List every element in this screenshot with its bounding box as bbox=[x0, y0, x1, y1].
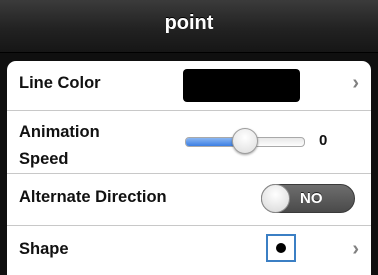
animation-speed-label-line1: Animation bbox=[19, 123, 100, 141]
chevron-right-icon: › bbox=[352, 238, 359, 260]
line-color-row[interactable]: Line Color › bbox=[7, 61, 371, 111]
toggle-knob bbox=[261, 184, 290, 213]
animation-speed-label: Animation Speed bbox=[19, 119, 100, 173]
shape-label: Shape bbox=[19, 240, 69, 258]
line-color-label: Line Color bbox=[19, 74, 101, 92]
popover-header: point bbox=[0, 0, 378, 53]
line-color-swatch[interactable] bbox=[183, 69, 300, 102]
alternate-direction-toggle[interactable]: NO bbox=[261, 184, 355, 213]
filled-circle-icon bbox=[276, 243, 286, 253]
animation-speed-label-line2: Speed bbox=[19, 150, 69, 168]
settings-panel: Line Color › Animation Speed 0 Alternate… bbox=[7, 61, 371, 275]
alternate-direction-label: Alternate Direction bbox=[19, 188, 167, 206]
chevron-right-icon: › bbox=[352, 72, 359, 94]
alternate-direction-row: Alternate Direction NO bbox=[7, 173, 371, 226]
toggle-state-text: NO bbox=[300, 190, 323, 207]
animation-speed-value: 0 bbox=[319, 132, 328, 149]
animation-speed-row: Animation Speed 0 bbox=[7, 110, 371, 174]
shape-row[interactable]: Shape › bbox=[7, 225, 371, 275]
header-title: point bbox=[164, 11, 214, 34]
animation-speed-slider-thumb[interactable] bbox=[232, 128, 258, 154]
shape-selector[interactable] bbox=[266, 234, 296, 262]
